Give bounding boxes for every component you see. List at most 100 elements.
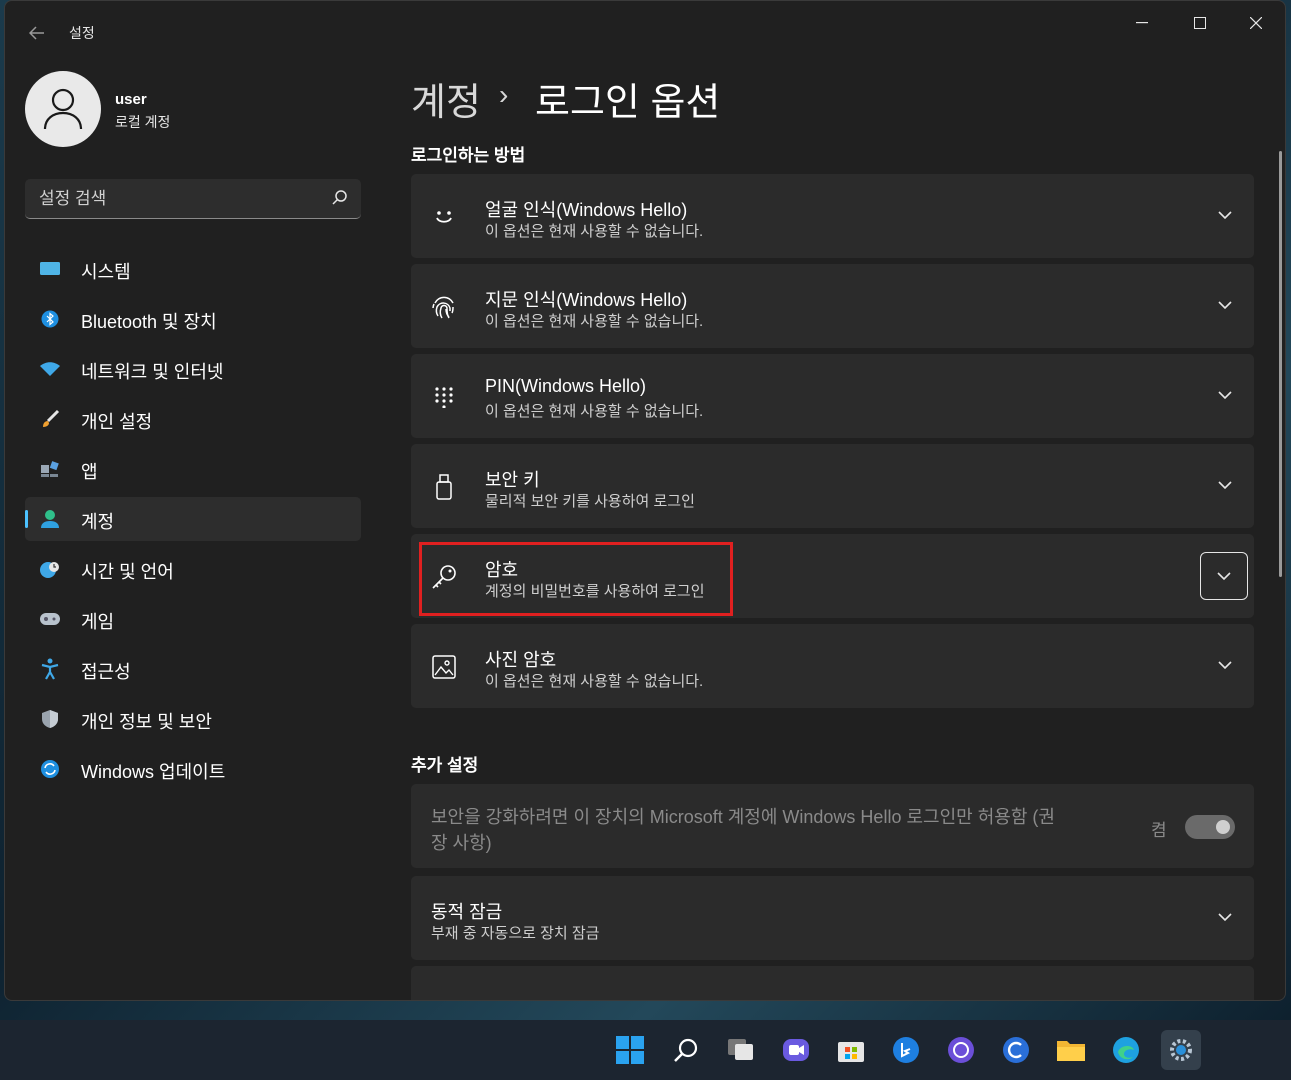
signin-option-face[interactable]: 얼굴 인식(Windows Hello) 이 옵션은 현재 사용할 수 없습니다…	[411, 174, 1254, 258]
app-icon[interactable]	[941, 1030, 981, 1070]
sidebar-item-label: 접근성	[81, 662, 131, 682]
taskbar	[0, 1020, 1291, 1080]
settings-search[interactable]	[25, 179, 361, 219]
chevron-down-icon[interactable]	[1216, 656, 1234, 674]
hello-only-toggle[interactable]	[1185, 815, 1235, 839]
dynamic-lock-setting[interactable]: 동적 잠금 부재 중 자동으로 장치 잠금	[411, 876, 1254, 960]
sidebar-item-label: 앱	[81, 462, 98, 482]
chevron-down-icon[interactable]	[1216, 296, 1234, 314]
sidebar-item-label: 계정	[81, 512, 115, 532]
signin-option-fingerprint[interactable]: 지문 인식(Windows Hello) 이 옵션은 현재 사용할 수 없습니다…	[411, 264, 1254, 348]
option-subtitle: 이 옵션은 현재 사용할 수 없습니다.	[485, 313, 704, 330]
bing-icon[interactable]	[886, 1030, 926, 1070]
close-button[interactable]	[1233, 9, 1279, 37]
sidebar-item-bluetooth[interactable]: Bluetooth 및 장치	[25, 297, 361, 341]
back-arrow-icon[interactable]	[23, 19, 51, 47]
sidebar-item-label: 시스템	[81, 262, 131, 282]
gamepad-icon	[39, 609, 61, 629]
signin-option-pin[interactable]: PIN(Windows Hello) 이 옵션은 현재 사용할 수 없습니다.	[411, 354, 1254, 438]
picture-icon	[431, 654, 457, 680]
toggle-state-label: 켬	[1151, 821, 1167, 840]
toggle-knob	[1216, 820, 1230, 834]
page-title: 로그인 옵션	[535, 82, 721, 124]
sidebar-item-privacy-security[interactable]: 개인 정보 및 보안	[25, 697, 361, 741]
section-title-signin-methods: 로그인하는 방법	[411, 146, 526, 165]
search-icon[interactable]	[666, 1030, 706, 1070]
signin-option-security-key[interactable]: 보안 키 물리적 보안 키를 사용하여 로그인	[411, 444, 1254, 528]
key-icon	[431, 564, 457, 590]
chevron-down-icon[interactable]	[1216, 386, 1234, 404]
app-icon-2[interactable]	[996, 1030, 1036, 1070]
store-icon[interactable]	[831, 1030, 871, 1070]
start-icon[interactable]	[610, 1030, 650, 1070]
hello-only-description: 보안을 강화하려면 이 장치의 Microsoft 계정에 Windows He…	[431, 807, 1055, 853]
chat-icon[interactable]	[776, 1030, 816, 1070]
sidebar-item-personalization[interactable]: 개인 설정	[25, 397, 361, 441]
fingerprint-icon	[431, 294, 457, 320]
settings-icon[interactable]	[1161, 1030, 1201, 1070]
option-title: PIN(Windows Hello)	[485, 376, 647, 396]
title-bar: 설정	[5, 1, 1285, 61]
chevron-down-icon[interactable]	[1216, 908, 1234, 926]
usb-key-icon	[431, 474, 457, 500]
sidebar-item-label: 시간 및 언어	[81, 562, 174, 582]
face-icon	[431, 204, 457, 230]
breadcrumb-separator: ›	[499, 79, 509, 110]
signin-option-picture-password[interactable]: 사진 암호 이 옵션은 현재 사용할 수 없습니다.	[411, 624, 1254, 708]
sidebar-item-accessibility[interactable]: 접근성	[25, 647, 361, 691]
highlight-box	[419, 542, 733, 616]
next-setting-card[interactable]	[411, 966, 1254, 1000]
search-icon[interactable]	[331, 189, 349, 207]
option-title: 사진 암호	[485, 650, 557, 670]
search-input[interactable]	[39, 187, 309, 211]
edge-icon[interactable]	[1106, 1030, 1146, 1070]
option-subtitle: 이 옵션은 현재 사용할 수 없습니다.	[485, 673, 704, 690]
signin-option-password[interactable]: 암호 계정의 비밀번호를 사용하여 로그인	[411, 534, 1254, 618]
option-subtitle: 부재 중 자동으로 장치 잠금	[431, 925, 600, 942]
apps-icon	[39, 459, 61, 479]
option-subtitle: 계정의 비밀번호를 사용하여 로그인	[485, 583, 705, 600]
avatar[interactable]	[25, 71, 101, 147]
option-title: 동적 잠금	[431, 902, 503, 922]
accessibility-icon	[39, 658, 61, 680]
update-icon	[39, 759, 61, 779]
sidebar-item-label: 네트워크 및 인터넷	[81, 362, 224, 382]
option-title: 암호	[485, 560, 519, 580]
sidebar-item-system[interactable]: 시스템	[25, 247, 361, 291]
app-title: 설정	[69, 25, 95, 41]
pin-keypad-icon	[431, 384, 457, 410]
sidebar-item-gaming[interactable]: 게임	[25, 597, 361, 641]
settings-window: 설정 user 로컬 계정 시스템 Bl	[4, 0, 1286, 1001]
minimize-button[interactable]	[1119, 9, 1165, 37]
section-title-additional-settings: 추가 설정	[411, 756, 479, 775]
breadcrumb-parent[interactable]: 계정	[411, 71, 481, 126]
user-name: user	[115, 91, 147, 108]
user-account-type: 로컬 계정	[115, 114, 171, 130]
option-title: 보안 키	[485, 470, 540, 490]
sidebar-item-network[interactable]: 네트워크 및 인터넷	[25, 347, 361, 391]
chevron-down-icon[interactable]	[1216, 206, 1234, 224]
brush-icon	[39, 409, 61, 429]
task-view-icon[interactable]	[721, 1030, 761, 1070]
expand-button[interactable]	[1200, 552, 1248, 600]
sidebar-item-label: 개인 정보 및 보안	[81, 712, 212, 732]
sidebar-item-label: 개인 설정	[81, 412, 153, 432]
scrollbar[interactable]	[1279, 151, 1282, 577]
sidebar-item-apps[interactable]: 앱	[25, 447, 361, 491]
hello-only-setting: 보안을 강화하려면 이 장치의 Microsoft 계정에 Windows He…	[411, 784, 1254, 868]
file-explorer-icon[interactable]	[1051, 1030, 1091, 1070]
sidebar-item-label: 게임	[81, 612, 115, 632]
sidebar-item-windows-update[interactable]: Windows 업데이트	[25, 747, 361, 791]
maximize-button[interactable]	[1177, 9, 1223, 37]
chevron-down-icon	[1217, 572, 1231, 581]
sidebar-item-label: Bluetooth 및 장치	[81, 312, 217, 332]
option-title: 얼굴 인식(Windows Hello)	[485, 200, 688, 220]
option-subtitle: 이 옵션은 현재 사용할 수 없습니다.	[485, 223, 704, 240]
globe-clock-icon	[39, 559, 61, 579]
bluetooth-icon	[39, 309, 61, 329]
wifi-icon	[39, 359, 61, 379]
sidebar-item-time-language[interactable]: 시간 및 언어	[25, 547, 361, 591]
chevron-down-icon[interactable]	[1216, 476, 1234, 494]
sidebar-item-accounts[interactable]: 계정	[25, 497, 361, 541]
option-subtitle: 물리적 보안 키를 사용하여 로그인	[485, 493, 695, 510]
